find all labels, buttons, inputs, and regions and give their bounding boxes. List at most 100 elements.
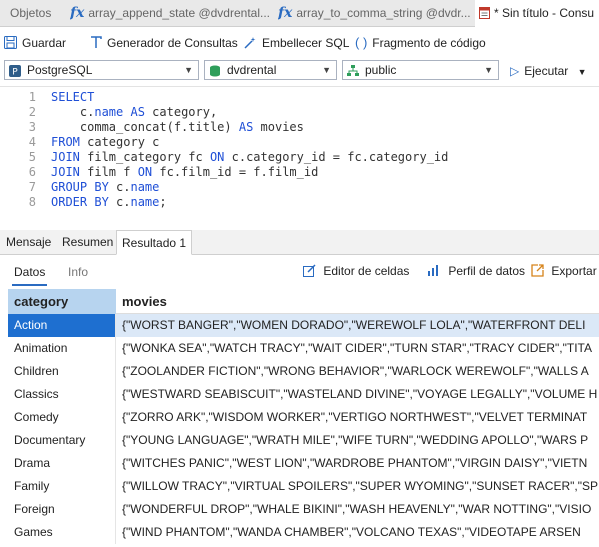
code-line: ORDER BY c.name; [51, 195, 167, 209]
sql-text: c.category_id = fc.category_id [224, 150, 449, 164]
sql-keyword: ORDER BY [51, 195, 109, 209]
schema-icon [347, 64, 359, 76]
sql-text: film f [79, 165, 138, 179]
schema-select[interactable]: public ▼ [342, 60, 499, 80]
table-row[interactable]: Classics {"WESTWARD SEABISCUIT","WASTELAN… [8, 383, 599, 406]
sql-keyword: JOIN [51, 165, 80, 179]
sql-keyword: FROM [51, 135, 80, 149]
column-header-category[interactable]: category [8, 289, 116, 314]
tab-info[interactable]: Info [68, 265, 88, 279]
chevron-down-icon: ▼ [484, 65, 493, 75]
cell-movies[interactable]: {"WITCHES PANIC","WEST LION","WARDROBE P… [116, 452, 599, 475]
data-profile-button[interactable]: Perfil de datos [427, 264, 525, 278]
code-line: comma_concat(f.title) AS movies [51, 120, 304, 134]
cell-movies[interactable]: {"YOUNG LANGUAGE","WRATH MILE","WIFE TUR… [116, 429, 599, 452]
sql-text: film_category fc [79, 150, 210, 164]
sql-editor[interactable]: 1 SELECT 2 c.name AS category, 3 comma_conc… [0, 86, 599, 227]
chevron-down-icon[interactable]: ▼ [578, 67, 587, 77]
beautify-sql-button[interactable]: Embellecer SQL [244, 34, 349, 52]
cell-movies[interactable]: {"WONDERFUL DROP","WHALE BIKINI","WASH H… [116, 498, 599, 521]
tab-data[interactable]: Datos [11, 265, 48, 286]
table-row[interactable]: Children {"ZOOLANDER FICTION","WRONG BEHA… [8, 360, 599, 383]
tab-array-to-comma-string[interactable]: fx array_to_comma_string @dvdr... [278, 0, 473, 26]
line-number: 4 [28, 135, 36, 149]
postgresql-icon: P [9, 64, 21, 78]
connection-selector-row: P PostgreSQL ▼ dvdrental ▼ public ▼ ▷ Eje… [0, 59, 599, 83]
cell-movies[interactable]: {"ZORRO ARK","WISDOM WORKER","VERTIGO NO… [116, 406, 599, 429]
line-number: 1 [28, 90, 36, 104]
save-button[interactable]: Guardar [4, 34, 66, 52]
tab-result-1[interactable]: Resultado 1 [116, 230, 193, 255]
query-icon [479, 2, 490, 19]
query-toolbar: Guardar Generador de Consultas Embellece… [0, 27, 599, 59]
sql-text: fc.film_id = f.film_id [152, 165, 319, 179]
cell-movies[interactable]: {"WORST BANGER","WOMEN DORADO","WEREWOLF… [116, 314, 599, 337]
sql-keyword: JOIN [51, 150, 80, 164]
table-row[interactable]: Games {"WIND PHANTOM","WANDA CHAMBER","VO… [8, 521, 599, 544]
table-row[interactable]: Documentary {"YOUNG LANGUAGE","WRATH MILE… [8, 429, 599, 452]
query-builder-button[interactable]: Generador de Consultas [90, 34, 238, 52]
sql-keyword: name [130, 195, 160, 209]
save-icon [4, 34, 17, 52]
sql-keyword: ON [137, 165, 153, 179]
cell-category[interactable]: Comedy [8, 406, 116, 429]
cell-category[interactable]: Animation [8, 337, 116, 360]
table-row[interactable]: Action {"WORST BANGER","WOMEN DORADO","WE… [8, 314, 599, 337]
cell-category[interactable]: Action [8, 314, 116, 337]
database-icon [209, 64, 221, 77]
cell-category[interactable]: Family [8, 475, 116, 498]
cell-movies[interactable]: {"WIND PHANTOM","WANDA CHAMBER","VOLCANO… [116, 521, 599, 544]
cell-category[interactable]: Games [8, 521, 116, 544]
tab-untitled-query[interactable]: * Sin título - Consu [475, 0, 599, 27]
tab-objects[interactable]: Objetos [10, 0, 58, 26]
sql-text: c. [51, 105, 95, 119]
export-button[interactable]: Exportar [531, 264, 597, 278]
sql-text: c. [108, 195, 131, 209]
cell-category[interactable]: Classics [8, 383, 116, 406]
table-row[interactable]: Comedy {"ZORRO ARK","WISDOM WORKER","VERT… [8, 406, 599, 429]
sql-keyword: GROUP BY [51, 180, 109, 194]
sql-text: ; [159, 195, 167, 209]
sql-keyword: AS [130, 105, 145, 119]
magic-wand-icon [244, 34, 257, 52]
cell-movies[interactable]: {"WESTWARD SEABISCUIT","WASTELAND DIVINE… [116, 383, 599, 406]
cell-category[interactable]: Children [8, 360, 116, 383]
table-row[interactable]: Family {"WILLOW TRACY","VIRTUAL SPOILERS"… [8, 475, 599, 498]
query-builder-icon [90, 34, 102, 52]
connection-select[interactable]: P PostgreSQL ▼ [4, 60, 199, 80]
cell-movies[interactable]: {"ZOOLANDER FICTION","WRONG BEHAVIOR","W… [116, 360, 599, 383]
table-row[interactable]: Animation {"WONKA SEA","WATCH TRACY","WAI… [8, 337, 599, 360]
cell-category[interactable]: Foreign [8, 498, 116, 521]
svg-text:P: P [12, 68, 18, 78]
edit-icon [303, 264, 319, 278]
run-button[interactable]: ▷ Ejecutar ▼ [510, 61, 587, 81]
line-number: 6 [28, 165, 36, 179]
cell-movies[interactable]: {"WILLOW TRACY","VIRTUAL SPOILERS","SUPE… [116, 475, 599, 498]
line-number: 8 [28, 195, 36, 209]
sql-keyword: AS [238, 120, 254, 134]
sql-text: movies [253, 120, 304, 134]
line-number: 2 [28, 105, 36, 119]
table-row[interactable]: Foreign {"WONDERFUL DROP","WHALE BIKINI",… [8, 498, 599, 521]
tab-array-append-state[interactable]: fx array_append_state @dvdrental... [70, 0, 270, 26]
editor-tab-bar: Objetos fx array_append_state @dvdrental.… [0, 0, 599, 27]
profile-chart-icon [427, 264, 444, 278]
cell-editor-button[interactable]: Editor de celdas [303, 264, 409, 278]
code-line: c.name AS category, [51, 105, 217, 119]
line-number: 7 [28, 180, 36, 194]
sql-keyword: SELECT [51, 90, 95, 104]
parentheses-icon: ( ) [355, 35, 368, 50]
tab-message[interactable]: Mensaje [1, 230, 56, 254]
database-select[interactable]: dvdrental ▼ [204, 60, 337, 80]
cell-category[interactable]: Documentary [8, 429, 116, 452]
code-snippet-button[interactable]: ( ) Fragmento de código [355, 34, 486, 52]
table-row[interactable]: Drama {"WITCHES PANIC","WEST LION","WARDR… [8, 452, 599, 475]
cell-movies[interactable]: {"WONKA SEA","WATCH TRACY","WAIT CIDER",… [116, 337, 599, 360]
sql-keyword: name [130, 180, 160, 194]
code-line: FROM category c [51, 135, 159, 149]
cell-category[interactable]: Drama [8, 452, 116, 475]
column-header-movies[interactable]: movies [116, 289, 599, 314]
tab-summary[interactable]: Resumen [57, 230, 118, 254]
result-tab-bar: Mensaje Resumen Resultado 1 [0, 230, 599, 255]
